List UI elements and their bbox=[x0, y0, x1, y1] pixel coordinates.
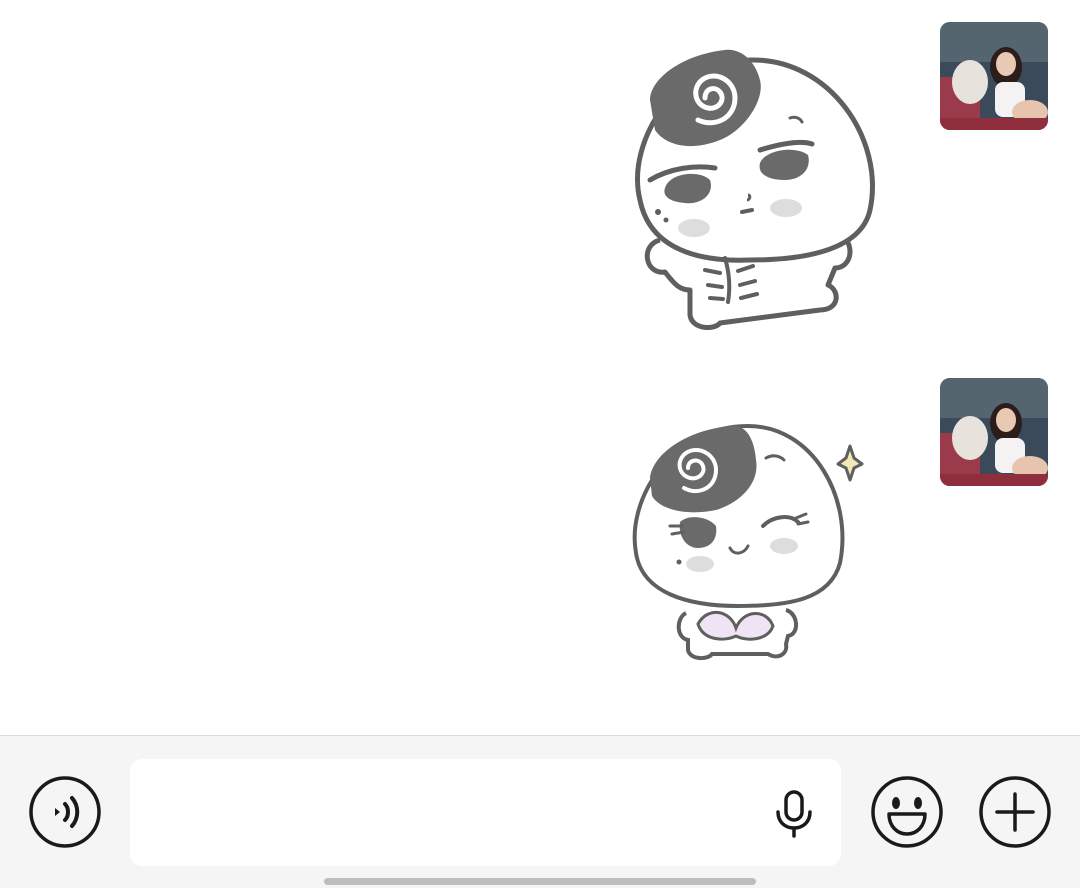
plus-icon bbox=[979, 776, 1051, 848]
user-avatar[interactable] bbox=[940, 22, 1048, 130]
message-row bbox=[0, 22, 1080, 342]
chat-message-area[interactable] bbox=[0, 0, 1080, 735]
message-row bbox=[0, 378, 1080, 678]
voice-mode-icon bbox=[29, 776, 101, 848]
microphone-button[interactable] bbox=[772, 789, 816, 839]
microphone-icon bbox=[776, 790, 812, 838]
emoji-icon bbox=[871, 776, 943, 848]
home-indicator[interactable] bbox=[324, 878, 756, 885]
more-options-button[interactable] bbox=[979, 776, 1051, 848]
message-input-bar bbox=[0, 735, 1080, 888]
muscle-rice-ball-sticker[interactable] bbox=[620, 40, 885, 330]
voice-mode-button[interactable] bbox=[29, 776, 101, 848]
message-text-input[interactable] bbox=[130, 759, 841, 866]
emoji-button[interactable] bbox=[871, 776, 943, 848]
user-avatar[interactable] bbox=[940, 378, 1048, 486]
wink-rice-ball-sticker[interactable] bbox=[628, 418, 868, 663]
